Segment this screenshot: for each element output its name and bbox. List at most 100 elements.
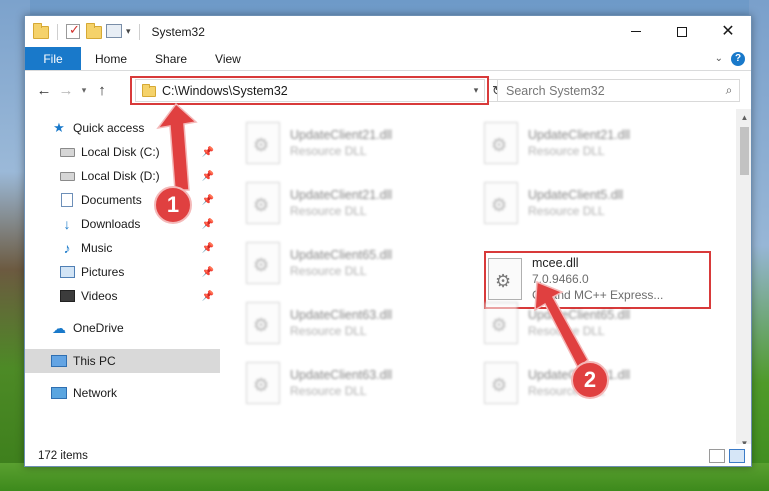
- toolbar-separator: [138, 23, 140, 40]
- pin-icon[interactable]: 📌: [202, 267, 214, 278]
- list-item[interactable]: UpdateClient63.dll Resource DLL: [246, 299, 476, 347]
- large-icons-view-icon[interactable]: [729, 449, 745, 463]
- file-type: Resource DLL: [290, 324, 367, 338]
- search-icon[interactable]: ⌕: [719, 83, 739, 98]
- sidebar-item-onedrive[interactable]: ☁ OneDrive: [25, 316, 220, 340]
- dll-file-icon: [484, 122, 518, 164]
- vertical-scrollbar[interactable]: ▲ ▼: [736, 109, 751, 452]
- sidebar-item-label: Videos: [81, 289, 118, 303]
- address-dropdown-icon[interactable]: ▾: [468, 85, 484, 96]
- toolbar-separator: [57, 23, 58, 40]
- step-1-badge: 1: [154, 186, 192, 224]
- new-folder-icon[interactable]: [86, 22, 102, 40]
- maximize-icon: [677, 26, 687, 37]
- list-item-mcee-dll[interactable]: mcee.dll 7.0.9466.0 C# and MC++ Express.…: [488, 255, 718, 303]
- quick-access-toolbar: ▾: [25, 22, 144, 40]
- list-item[interactable]: UpdateClient21.dll Resource DLL: [246, 179, 476, 227]
- scroll-thumb[interactable]: [740, 127, 749, 175]
- list-item[interactable]: UpdateClient63.dll Resource DLL: [246, 359, 476, 407]
- step-2-badge: 2: [571, 361, 609, 399]
- sidebar-item-music[interactable]: ♪ Music 📌: [25, 236, 220, 260]
- dll-file-icon: [246, 122, 280, 164]
- sidebar-item-label: This PC: [73, 354, 116, 368]
- file-name: UpdateClient5.dll: [528, 188, 624, 202]
- folder-icon: [33, 22, 49, 40]
- recent-locations-dropdown[interactable]: ▾: [77, 85, 91, 96]
- status-bar: 172 items: [25, 444, 751, 466]
- file-name: UpdateClient63.dll: [290, 368, 393, 382]
- file-type: Resource DLL: [290, 144, 367, 158]
- sidebar-item-label: Quick access: [73, 121, 145, 135]
- sidebar-item-downloads[interactable]: ↓ Downloads 📌: [25, 212, 220, 236]
- sidebar-item-local-disk-d[interactable]: Local Disk (D:) 📌: [25, 164, 220, 188]
- list-item[interactable]: UpdateClient21.dll Resource DLL: [246, 119, 476, 167]
- tab-view[interactable]: View: [201, 47, 255, 70]
- chevron-down-icon: ▾: [81, 85, 87, 95]
- file-name: UpdateClient65.dll: [290, 248, 393, 262]
- tab-home[interactable]: Home: [81, 47, 141, 70]
- list-item[interactable]: UpdateClient21.dll Resource DLL: [484, 119, 714, 167]
- search-box[interactable]: Search System32 ⌕: [497, 79, 740, 102]
- file-name: UpdateClient63.dll: [290, 308, 393, 322]
- file-explorer-window: ▾ System32 ✕ File Home Share View ⌄ ? ← …: [24, 15, 752, 467]
- file-name: UpdateClient21.dll: [290, 188, 393, 202]
- pin-icon[interactable]: 📌: [202, 147, 214, 158]
- file-type: Resource DLL: [290, 204, 367, 218]
- list-item[interactable]: UpdateClient5.dll Resource DLL: [484, 179, 714, 227]
- sidebar-item-label: Pictures: [81, 265, 125, 279]
- address-path[interactable]: C:\Windows\System32: [162, 84, 468, 98]
- sidebar-item-quick-access[interactable]: ★ Quick access: [25, 116, 220, 140]
- file-type: Resource DLL: [528, 204, 605, 218]
- properties-check-icon[interactable]: [66, 22, 82, 40]
- list-item[interactable]: UpdateClient65.dll Resource DLL: [484, 299, 714, 347]
- navigation-bar: ← → ▾ ↑ C:\Windows\System32 ▾ ↻ Search S…: [25, 72, 751, 109]
- file-version: 7.0.9466.0: [532, 272, 589, 286]
- back-button[interactable]: ←: [33, 80, 55, 102]
- pin-icon[interactable]: 📌: [202, 195, 214, 206]
- ribbon-controls: ⌄ ?: [715, 47, 751, 70]
- item-count: 172 items: [38, 450, 88, 462]
- address-folder-icon: [142, 84, 156, 97]
- file-type: Resource DLL: [290, 384, 367, 398]
- dll-file-icon: [246, 362, 280, 404]
- sidebar-item-local-disk-c[interactable]: Local Disk (C:) 📌: [25, 140, 220, 164]
- customize-toolbar-dropdown-icon[interactable]: ▾: [126, 26, 131, 37]
- file-name: UpdateClient21.dll: [290, 128, 393, 142]
- forward-button[interactable]: →: [55, 80, 77, 102]
- window-controls: ✕: [613, 16, 751, 47]
- sidebar-item-videos[interactable]: Videos 📌: [25, 284, 220, 308]
- dll-file-icon: [484, 182, 518, 224]
- up-arrow-icon: ↑: [98, 82, 106, 99]
- forward-arrow-icon: →: [58, 82, 74, 99]
- expand-ribbon-chevron-icon[interactable]: ⌄: [715, 53, 723, 64]
- computer-icon: [51, 353, 67, 369]
- desktop-background-right: [749, 0, 769, 491]
- pin-icon[interactable]: 📌: [202, 243, 214, 254]
- maximize-button[interactable]: [659, 16, 705, 47]
- pin-icon[interactable]: 📌: [202, 219, 214, 230]
- documents-icon: [59, 192, 75, 208]
- minimize-button[interactable]: [613, 16, 659, 47]
- sidebar-item-network[interactable]: Network: [25, 381, 220, 405]
- videos-icon: [59, 288, 75, 304]
- star-icon: ★: [53, 120, 65, 135]
- close-button[interactable]: ✕: [705, 16, 751, 47]
- sidebar-item-label: Local Disk (C:): [81, 145, 160, 159]
- list-item[interactable]: UpdateClient65.dll Resource DLL: [246, 239, 476, 287]
- tab-share[interactable]: Share: [141, 47, 201, 70]
- pin-icon[interactable]: 📌: [202, 171, 214, 182]
- back-arrow-icon: ←: [36, 82, 52, 99]
- details-view-icon[interactable]: [709, 449, 725, 463]
- properties-icon[interactable]: [106, 23, 122, 40]
- up-button[interactable]: ↑: [91, 80, 113, 102]
- help-icon[interactable]: ?: [731, 51, 745, 66]
- search-input[interactable]: Search System32: [498, 84, 719, 98]
- pin-icon[interactable]: 📌: [202, 291, 214, 302]
- ribbon-tabs: File Home Share View ⌄ ?: [25, 47, 751, 71]
- scroll-up-icon[interactable]: ▲: [736, 109, 751, 126]
- file-type: Resource DLL: [528, 144, 605, 158]
- sidebar-item-pictures[interactable]: Pictures 📌: [25, 260, 220, 284]
- tab-file[interactable]: File: [25, 47, 81, 70]
- address-bar[interactable]: C:\Windows\System32 ▾: [135, 79, 485, 102]
- sidebar-item-this-pc[interactable]: This PC: [25, 349, 220, 373]
